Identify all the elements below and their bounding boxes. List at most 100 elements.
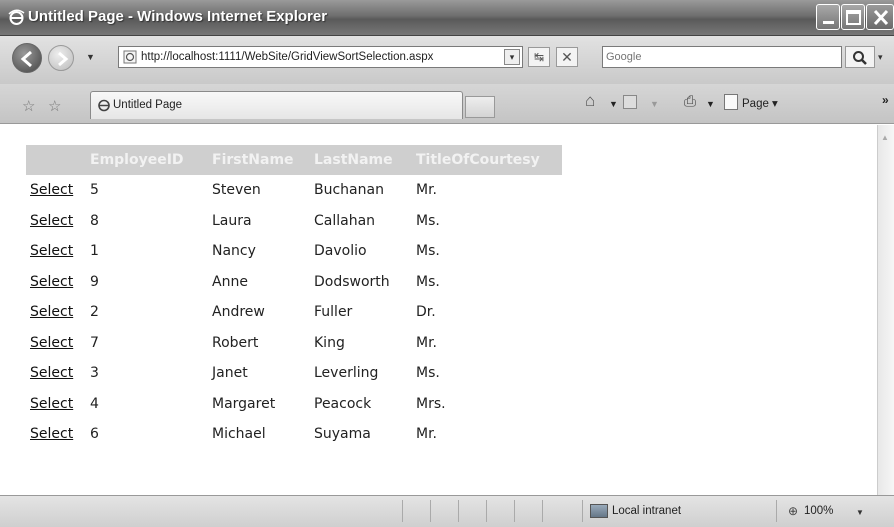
status-divider [430, 500, 431, 522]
select-link[interactable]: Select [26, 236, 86, 267]
search-icon [853, 51, 867, 65]
minimize-button[interactable] [816, 4, 840, 30]
recent-pages-dropdown[interactable]: ▼ [86, 52, 95, 62]
cell-title-of-courtesy: Dr. [416, 304, 436, 321]
cell-title-of-courtesy: Ms. [416, 212, 440, 229]
grid-row: Select 8 Laura Callahan Ms. [26, 206, 562, 237]
search-options-dropdown[interactable]: ▾ [878, 52, 883, 63]
more-commands-chevron[interactable]: » [882, 93, 889, 107]
cell-employee-id: 9 [90, 273, 99, 290]
security-zone-label[interactable]: Local intranet [612, 505, 681, 517]
select-link[interactable]: Select [26, 267, 86, 298]
grid-header-row: EmployeeID FirstName LastName TitleOfCou… [26, 145, 562, 175]
cell-title-of-courtesy: Mrs. [416, 395, 446, 412]
page-menu-button[interactable]: Page ▾ [742, 96, 778, 110]
cell-last-name: Suyama [314, 426, 371, 443]
feeds-icon[interactable] [623, 95, 637, 109]
ie-page-icon [98, 99, 110, 112]
cell-last-name: Leverling [314, 365, 379, 382]
refresh-button[interactable]: ↹ [528, 47, 550, 67]
vertical-scrollbar[interactable]: ▲ [877, 125, 894, 495]
select-link[interactable]: Select [26, 389, 86, 420]
cell-employee-id: 4 [90, 395, 99, 412]
page-menu-label: Page [742, 98, 769, 110]
cell-first-name: Anne [212, 273, 248, 290]
tab-untitled-page[interactable]: Untitled Page [90, 91, 463, 119]
cell-title-of-courtesy: Mr. [416, 334, 437, 351]
cell-first-name: Michael [212, 426, 266, 443]
close-button[interactable] [866, 4, 894, 30]
select-link[interactable]: Select [26, 419, 86, 450]
select-link[interactable]: Select [26, 206, 86, 237]
grid-body: Select 5 Steven Buchanan Mr. Select 8 Laura Call… [26, 175, 562, 450]
grid-row: Select 5 Steven Buchanan Mr. [26, 175, 562, 206]
title-bar: Untitled Page - Windows Internet Explore… [0, 0, 894, 36]
home-dropdown[interactable]: ▼ [609, 99, 618, 109]
status-divider [776, 500, 777, 522]
cell-first-name: Margaret [212, 395, 276, 412]
favorites-star-icon[interactable]: ☆ [22, 97, 35, 115]
select-link[interactable]: Select [26, 328, 86, 359]
cell-employee-id: 2 [90, 304, 99, 321]
forward-button[interactable] [48, 45, 74, 71]
cell-first-name: Laura [212, 212, 252, 229]
cell-title-of-courtesy: Mr. [416, 426, 437, 443]
maximize-icon [846, 10, 861, 25]
minimize-icon [823, 21, 834, 24]
new-tab-button[interactable] [465, 96, 495, 118]
cell-last-name: Fuller [314, 304, 353, 321]
select-link[interactable]: Select [26, 175, 86, 206]
status-divider [542, 500, 543, 522]
cell-last-name: Callahan [314, 212, 376, 229]
page-menu-icon [724, 94, 738, 110]
cell-last-name: Davolio [314, 243, 367, 260]
grid-row: Select 9 Anne Dodsworth Ms. [26, 267, 562, 298]
print-dropdown[interactable]: ▼ [706, 99, 715, 109]
close-icon [873, 9, 889, 26]
column-header-first-name[interactable]: FirstName [208, 145, 310, 175]
cell-title-of-courtesy: Ms. [416, 365, 440, 382]
home-icon[interactable]: ⌂ [585, 91, 595, 111]
address-url[interactable]: http://localhost:1111/WebSite/GridViewSo… [141, 51, 433, 63]
column-header-employee-id[interactable]: EmployeeID [86, 145, 208, 175]
page-content: EmployeeID FirstName LastName TitleOfCou… [0, 125, 877, 495]
stop-button[interactable]: ✕ [556, 47, 578, 67]
cell-first-name: Robert [212, 334, 259, 351]
grid-row: Select 1 Nancy Davolio Ms. [26, 236, 562, 267]
search-box[interactable] [602, 46, 842, 68]
column-header-title-of-courtesy[interactable]: TitleOfCourtesy [412, 145, 562, 175]
page-icon [123, 50, 137, 64]
select-link[interactable]: Select [26, 297, 86, 328]
scroll-up-icon[interactable]: ▲ [881, 133, 889, 142]
search-input[interactable] [606, 49, 836, 65]
tab-label: Untitled Page [113, 99, 183, 111]
cell-employee-id: 7 [90, 334, 99, 351]
select-link[interactable]: Select [26, 358, 86, 389]
cell-employee-id: 8 [90, 212, 99, 229]
ie-logo-icon [8, 9, 25, 25]
grid-row: Select 2 Andrew Fuller Dr. [26, 297, 562, 328]
status-divider [582, 500, 583, 522]
grid-row: Select 4 Margaret Peacock Mrs. [26, 389, 562, 420]
print-icon[interactable]: ⎙ [684, 93, 696, 110]
refresh-icon: ↹ [533, 50, 545, 64]
maximize-button[interactable] [841, 4, 865, 30]
address-toolbar: ▼ http://localhost:1111/WebSite/GridView… [0, 36, 894, 84]
address-dropdown-button[interactable]: ▾ [504, 49, 520, 65]
zoom-level[interactable]: 100% [804, 505, 833, 517]
status-divider [458, 500, 459, 522]
search-button[interactable] [845, 46, 875, 68]
cell-last-name: King [314, 334, 345, 351]
cell-employee-id: 3 [90, 365, 99, 382]
address-field[interactable]: http://localhost:1111/WebSite/GridViewSo… [118, 46, 523, 68]
add-favorites-icon[interactable]: ☆ [48, 97, 61, 115]
employee-grid: EmployeeID FirstName LastName TitleOfCou… [26, 145, 562, 450]
column-header-last-name[interactable]: LastName [310, 145, 412, 175]
zoom-icon[interactable]: ⊕ [788, 504, 798, 518]
feeds-dropdown[interactable]: ▼ [650, 99, 659, 109]
stop-icon: ✕ [561, 49, 573, 65]
zoom-dropdown[interactable]: ▼ [856, 508, 864, 517]
back-button[interactable] [12, 43, 42, 73]
status-divider [514, 500, 515, 522]
cell-last-name: Buchanan [314, 182, 384, 199]
